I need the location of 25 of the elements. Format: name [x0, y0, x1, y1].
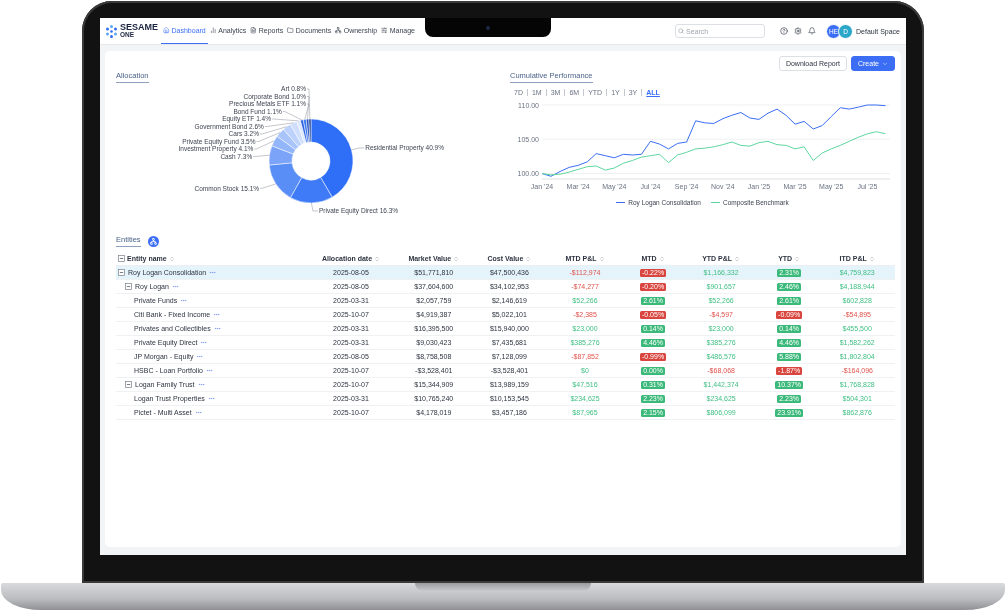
legend-line-icon [616, 201, 626, 204]
hierarchy-button[interactable] [147, 235, 159, 247]
caret-icon [882, 60, 888, 67]
leader-line [351, 147, 365, 151]
document-icon [250, 27, 257, 34]
logo-name: SESAME [120, 23, 158, 33]
settings-button[interactable] [794, 27, 802, 35]
collapse-icon[interactable] [118, 255, 125, 262]
notifications-button[interactable] [808, 27, 816, 35]
collapse-icon[interactable] [125, 283, 132, 290]
sliders-icon [381, 27, 388, 34]
search-icon [678, 28, 684, 34]
hierarchy-icon [335, 27, 342, 34]
leader-line [254, 140, 275, 150]
home-icon [163, 27, 170, 34]
collapse-icon[interactable] [118, 269, 125, 276]
leader-line [311, 202, 319, 212]
bar-chart-icon [209, 27, 217, 34]
collapse-icon[interactable] [125, 381, 132, 388]
legend-line-icon [710, 201, 720, 204]
leader-line [259, 183, 277, 189]
logo-icon [106, 24, 117, 38]
help-button[interactable] [780, 27, 788, 35]
folder-icon [287, 27, 294, 34]
leader-line [252, 155, 270, 157]
